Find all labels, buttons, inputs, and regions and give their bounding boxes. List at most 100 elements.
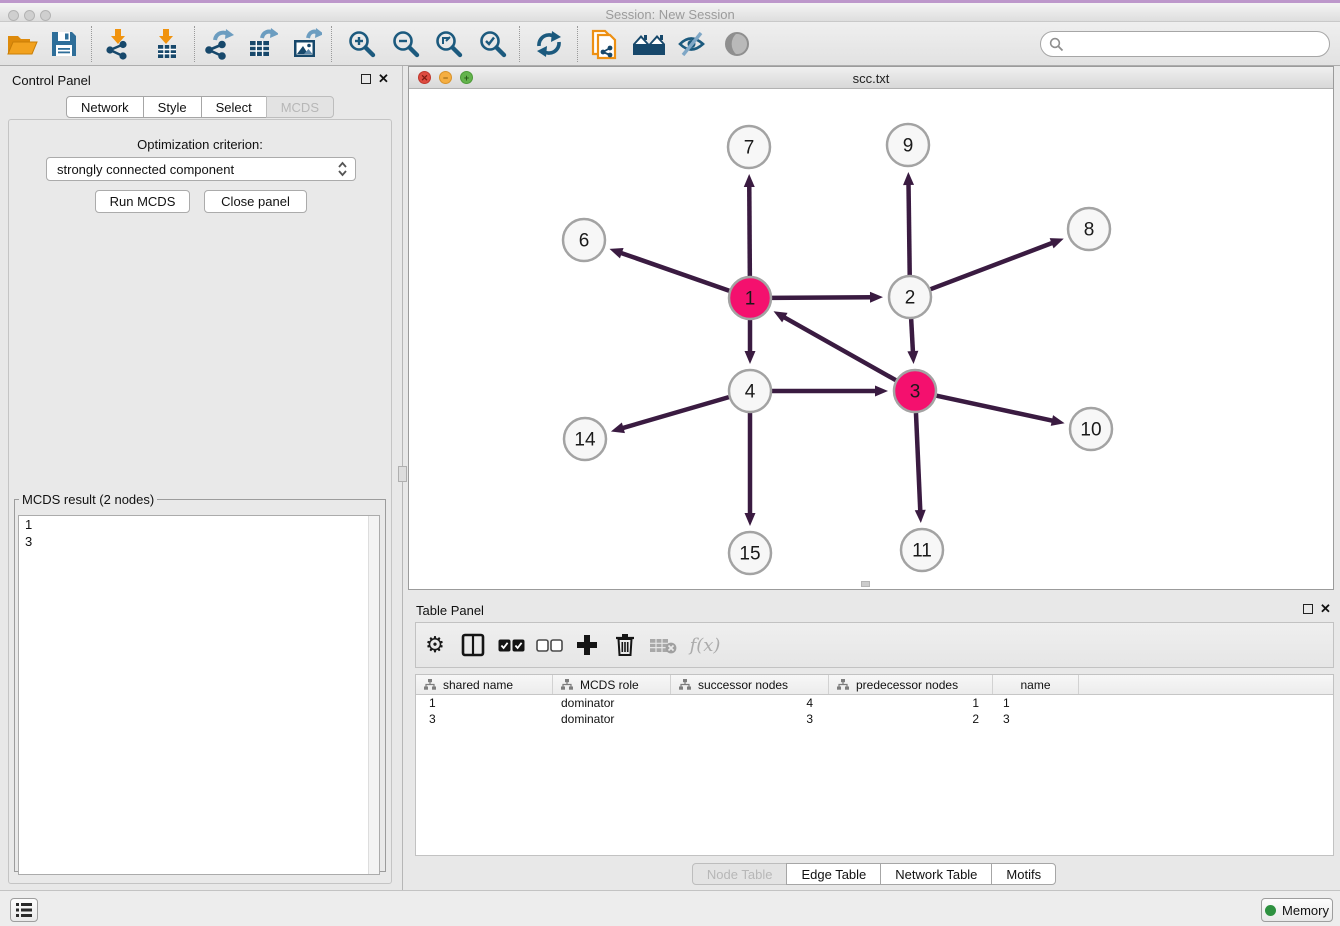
delete-column-button[interactable] (606, 628, 644, 662)
edge-1-2[interactable] (772, 292, 883, 303)
duplicate-network-button[interactable] (587, 27, 621, 61)
tab-style[interactable]: Style (143, 96, 202, 118)
zoom-in-icon (347, 29, 377, 59)
toolbar-separator (577, 26, 578, 62)
network-graph[interactable]: 7 9 6 8 1 2 4 3 14 10 15 11 (409, 89, 1333, 589)
export-image-icon (290, 28, 322, 60)
tab-network-table[interactable]: Network Table (880, 863, 992, 885)
graph-node-7[interactable]: 7 (728, 126, 770, 168)
save-session-button[interactable] (47, 27, 81, 61)
zoom-selected-icon (478, 29, 508, 59)
edge-3-10[interactable] (937, 396, 1065, 426)
open-session-button[interactable] (5, 27, 39, 61)
select-all-columns-button[interactable] (492, 628, 530, 662)
graph-node-11[interactable]: 11 (901, 529, 943, 571)
table-tabs: Node Table Edge Table Network Table Moti… (408, 863, 1340, 885)
zoom-fit-button[interactable] (432, 27, 466, 61)
mcds-result-list[interactable]: 1 3 (18, 515, 380, 875)
run-mcds-button[interactable]: Run MCDS (95, 190, 190, 213)
tab-select[interactable]: Select (201, 96, 267, 118)
edge-2-9[interactable] (903, 172, 914, 275)
refresh-button[interactable] (532, 27, 566, 61)
edge-4-3[interactable] (772, 386, 888, 397)
graph-node-3[interactable]: 3 (894, 370, 936, 412)
edge-4-14[interactable] (611, 397, 729, 433)
edge-3-1[interactable] (774, 311, 896, 380)
tab-motifs[interactable]: Motifs (991, 863, 1056, 885)
export-network-button[interactable] (201, 27, 235, 61)
optimization-criterion-label: Optimization criterion: (9, 137, 391, 152)
graph-node-10[interactable]: 10 (1070, 408, 1112, 450)
panel-divider-handle[interactable] (398, 466, 407, 482)
zoom-selected-button[interactable] (476, 27, 510, 61)
export-image-button[interactable] (289, 27, 323, 61)
column-label: name (1020, 678, 1050, 692)
mcds-result-title: MCDS result (2 nodes) (19, 492, 157, 507)
graph-node-15[interactable]: 15 (729, 532, 771, 574)
edge-1-4[interactable] (745, 320, 756, 364)
tab-edge-table[interactable]: Edge Table (786, 863, 881, 885)
graph-node-1[interactable]: 1 (729, 277, 771, 319)
close-panel-icon[interactable]: ✕ (378, 72, 389, 86)
eye-button[interactable] (720, 27, 754, 61)
gear-icon: ⚙ (425, 632, 445, 658)
tab-mcds[interactable]: MCDS (266, 96, 334, 118)
column-header-predecessor-nodes[interactable]: predecessor nodes (829, 675, 993, 694)
column-header-filler (1079, 675, 1333, 694)
hide-network-button[interactable] (675, 27, 709, 61)
graph-node-8[interactable]: 8 (1068, 208, 1110, 250)
edge-4-15[interactable] (745, 413, 756, 526)
search-input[interactable] (1064, 34, 1329, 54)
column-header-name[interactable]: name (993, 675, 1079, 694)
graph-node-2[interactable]: 2 (889, 276, 931, 318)
edge-1-6[interactable] (609, 248, 729, 291)
table-row[interactable]: 3 dominator 3 2 3 (416, 711, 1333, 727)
column-header-mcds-role[interactable]: MCDS role (553, 675, 671, 694)
result-scrollbar[interactable] (368, 516, 379, 874)
edge-2-8[interactable] (931, 238, 1064, 289)
column-header-successor-nodes[interactable]: successor nodes (671, 675, 829, 694)
search-field[interactable] (1040, 31, 1330, 57)
show-columns-button[interactable] (454, 628, 492, 662)
mcds-panel: Optimization criterion: strongly connect… (8, 119, 392, 884)
edge-2-3[interactable] (907, 319, 918, 364)
close-panel-button[interactable]: Close panel (204, 190, 307, 213)
function-builder-button[interactable]: f(x) (682, 628, 728, 662)
graph-node-14[interactable]: 14 (564, 418, 606, 460)
show-all-networks-button[interactable] (632, 27, 666, 61)
canvas-scroll-thumb[interactable] (861, 581, 870, 587)
graph-node-6[interactable]: 6 (563, 219, 605, 261)
close-table-panel-icon[interactable]: ✕ (1320, 602, 1331, 616)
column-label: successor nodes (698, 678, 788, 692)
node-label: 2 (905, 288, 916, 309)
export-table-button[interactable] (245, 27, 279, 61)
optimization-criterion-select[interactable]: strongly connected component (46, 157, 356, 181)
import-table-button[interactable] (149, 27, 183, 61)
delete-table-button[interactable] (644, 628, 682, 662)
zoom-in-button[interactable] (345, 27, 379, 61)
float-table-panel-icon[interactable] (1303, 604, 1313, 614)
task-history-button[interactable] (10, 898, 38, 922)
network-canvas[interactable]: 7 9 6 8 1 2 4 3 14 10 15 11 (409, 89, 1333, 589)
hierarchy-icon (424, 679, 436, 690)
import-network-button[interactable] (101, 27, 135, 61)
tab-node-table[interactable]: Node Table (692, 863, 788, 885)
graph-node-9[interactable]: 9 (887, 124, 929, 166)
trash-icon (614, 633, 636, 657)
tab-network[interactable]: Network (66, 96, 144, 118)
table-settings-button[interactable]: ⚙ (416, 628, 454, 662)
memory-button[interactable]: Memory (1261, 898, 1333, 922)
table-panel-title: Table Panel (416, 603, 484, 618)
edge-3-11[interactable] (915, 413, 926, 523)
float-panel-icon[interactable] (361, 74, 371, 84)
column-header-shared-name[interactable]: shared name (416, 675, 553, 694)
cell-predecessor-nodes: 2 (829, 711, 993, 727)
deselect-all-columns-button[interactable] (530, 628, 568, 662)
create-column-button[interactable] (568, 628, 606, 662)
graph-node-4[interactable]: 4 (729, 370, 771, 412)
edge-1-7[interactable] (744, 174, 755, 276)
zoom-out-button[interactable] (389, 27, 423, 61)
table-row[interactable]: 1 dominator 4 1 1 (416, 695, 1333, 711)
checked-boxes-icon (498, 639, 525, 652)
eye-slash-icon (677, 31, 707, 57)
